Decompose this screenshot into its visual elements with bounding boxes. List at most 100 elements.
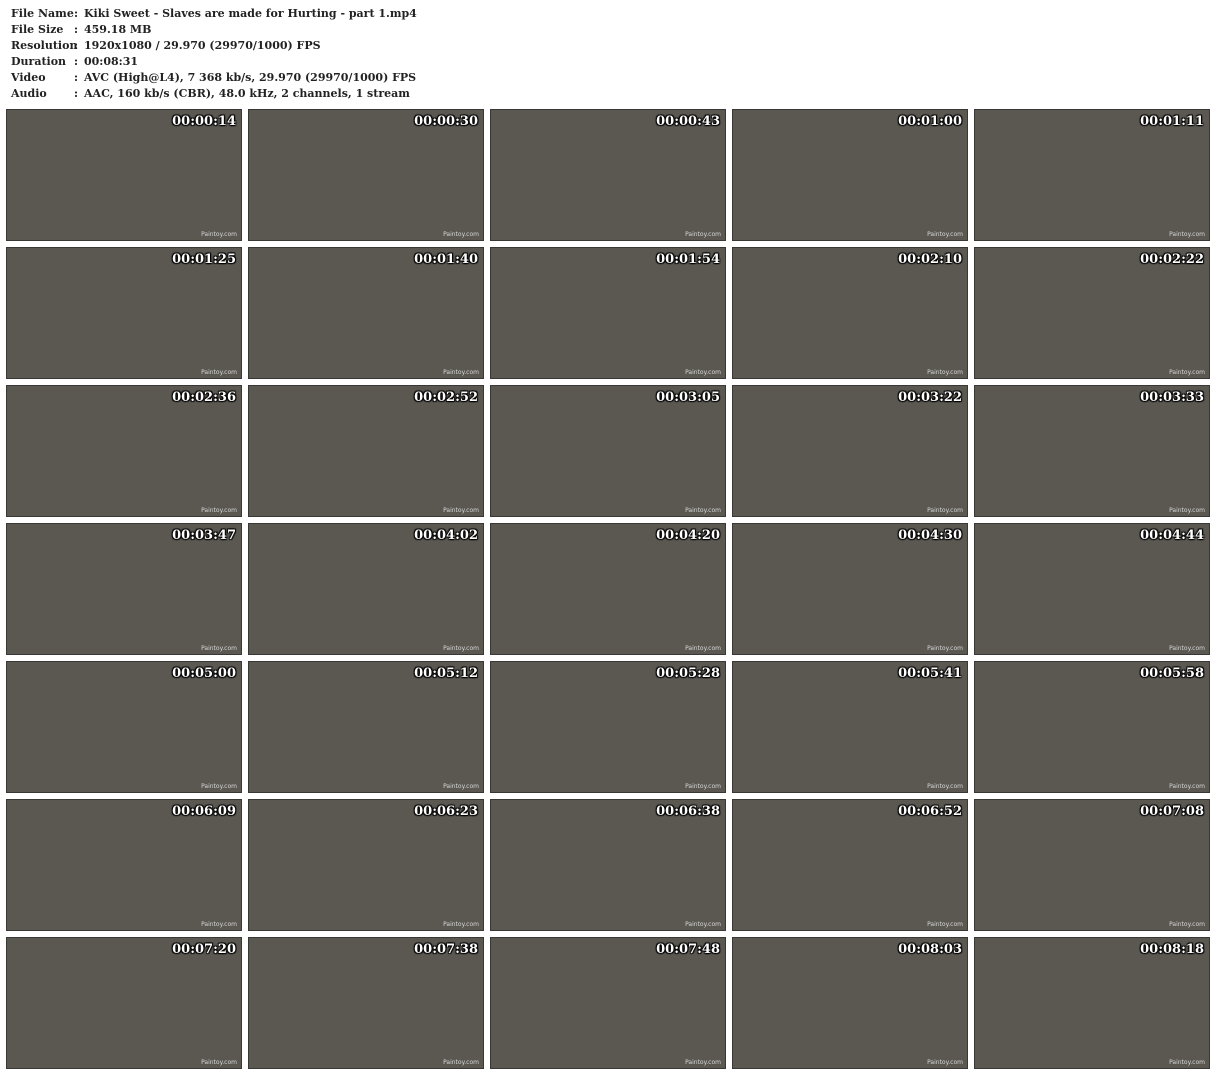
thumbnail-watermark: Paintoy.com bbox=[685, 645, 721, 652]
thumbnail-watermark: Paintoy.com bbox=[443, 783, 479, 790]
thumbnail-watermark: Paintoy.com bbox=[685, 369, 721, 376]
thumbnail-watermark: Paintoy.com bbox=[685, 231, 721, 238]
thumbnail-timestamp: 00:04:44 bbox=[1140, 528, 1204, 543]
thumbnail: 00:01:54 Paintoy.com bbox=[490, 247, 726, 379]
thumbnail-timestamp: 00:03:05 bbox=[656, 390, 720, 405]
info-row: File Name: Kiki Sweet - Slaves are made f… bbox=[11, 6, 417, 22]
thumbnail-timestamp: 00:01:40 bbox=[414, 252, 478, 267]
thumbnail-timestamp: 00:06:23 bbox=[414, 804, 478, 819]
thumbnail-timestamp: 00:01:25 bbox=[172, 252, 236, 267]
thumbnail-timestamp: 00:08:03 bbox=[898, 942, 962, 957]
thumbnail-timestamp: 00:05:41 bbox=[898, 666, 962, 681]
thumbnail-timestamp: 00:07:38 bbox=[414, 942, 478, 957]
thumbnail-timestamp: 00:01:00 bbox=[898, 114, 962, 129]
thumbnail-timestamp: 00:04:30 bbox=[898, 528, 962, 543]
thumbnail-timestamp: 00:07:48 bbox=[656, 942, 720, 957]
thumbnail-watermark: Paintoy.com bbox=[1169, 1059, 1205, 1066]
thumbnail: 00:02:52 Paintoy.com bbox=[248, 385, 484, 517]
thumbnail-timestamp: 00:01:54 bbox=[656, 252, 720, 267]
thumbnail: 00:05:12 Paintoy.com bbox=[248, 661, 484, 793]
thumbnail-watermark: Paintoy.com bbox=[443, 369, 479, 376]
thumbnail-watermark: Paintoy.com bbox=[927, 507, 963, 514]
thumbnail: 00:04:44 Paintoy.com bbox=[974, 523, 1210, 655]
thumbnail-watermark: Paintoy.com bbox=[201, 783, 237, 790]
thumbnail-timestamp: 00:05:12 bbox=[414, 666, 478, 681]
thumbnail-timestamp: 00:00:43 bbox=[656, 114, 720, 129]
thumbnail-watermark: Paintoy.com bbox=[443, 507, 479, 514]
thumbnail: 00:04:02 Paintoy.com bbox=[248, 523, 484, 655]
thumbnail-watermark: Paintoy.com bbox=[685, 783, 721, 790]
info-label: File Name bbox=[11, 7, 74, 20]
thumbnail-watermark: Paintoy.com bbox=[1169, 783, 1205, 790]
thumbnail-timestamp: 00:05:00 bbox=[172, 666, 236, 681]
file-info-panel: File Name: Kiki Sweet - Slaves are made f… bbox=[11, 6, 417, 102]
thumbnail: 00:03:33 Paintoy.com bbox=[974, 385, 1210, 517]
info-label: Video bbox=[11, 71, 46, 84]
info-value: AAC, 160 kb/s (CBR), 48.0 kHz, 2 channel… bbox=[84, 87, 410, 100]
thumbnail: 00:07:20 Paintoy.com bbox=[6, 937, 242, 1069]
info-value: Kiki Sweet - Slaves are made for Hurting… bbox=[84, 7, 417, 20]
thumbnail-timestamp: 00:08:18 bbox=[1140, 942, 1204, 957]
thumbnail: 00:01:25 Paintoy.com bbox=[6, 247, 242, 379]
thumbnail-watermark: Paintoy.com bbox=[201, 369, 237, 376]
thumbnail-watermark: Paintoy.com bbox=[201, 921, 237, 928]
thumbnail-timestamp: 00:02:10 bbox=[898, 252, 962, 267]
thumbnail-watermark: Paintoy.com bbox=[201, 645, 237, 652]
thumbnail-timestamp: 00:02:22 bbox=[1140, 252, 1204, 267]
thumbnail: 00:08:18 Paintoy.com bbox=[974, 937, 1210, 1069]
thumbnail-watermark: Paintoy.com bbox=[443, 1059, 479, 1066]
thumbnail-watermark: Paintoy.com bbox=[201, 507, 237, 514]
thumbnail: 00:05:41 Paintoy.com bbox=[732, 661, 968, 793]
info-value: 459.18 MB bbox=[84, 23, 152, 36]
thumbnail-timestamp: 00:05:58 bbox=[1140, 666, 1204, 681]
thumbnail-watermark: Paintoy.com bbox=[1169, 507, 1205, 514]
info-label: Audio bbox=[11, 87, 47, 100]
info-value: 00:08:31 bbox=[84, 55, 139, 68]
thumbnail: 00:07:38 Paintoy.com bbox=[248, 937, 484, 1069]
thumbnail-watermark: Paintoy.com bbox=[1169, 645, 1205, 652]
thumbnail: 00:06:52 Paintoy.com bbox=[732, 799, 968, 931]
thumbnail-timestamp: 00:06:38 bbox=[656, 804, 720, 819]
thumbnail: 00:00:30 Paintoy.com bbox=[248, 109, 484, 241]
thumbnail: 00:01:40 Paintoy.com bbox=[248, 247, 484, 379]
thumbnail-timestamp: 00:03:47 bbox=[172, 528, 236, 543]
info-row: File Size:459.18 MB bbox=[11, 22, 417, 38]
thumbnail: 00:07:08 Paintoy.com bbox=[974, 799, 1210, 931]
info-separator: : bbox=[74, 71, 79, 84]
thumbnail-timestamp: 00:04:02 bbox=[414, 528, 478, 543]
thumbnail-watermark: Paintoy.com bbox=[1169, 231, 1205, 238]
thumbnail: 00:00:14 Paintoy.com bbox=[6, 109, 242, 241]
thumbnail-watermark: Paintoy.com bbox=[927, 369, 963, 376]
thumbnail: 00:01:00 Paintoy.com bbox=[732, 109, 968, 241]
thumbnail-watermark: Paintoy.com bbox=[685, 921, 721, 928]
thumbnail-watermark: Paintoy.com bbox=[685, 1059, 721, 1066]
thumbnail-watermark: Paintoy.com bbox=[201, 231, 237, 238]
thumbnail-watermark: Paintoy.com bbox=[927, 231, 963, 238]
thumbnail-watermark: Paintoy.com bbox=[927, 645, 963, 652]
info-separator: : bbox=[74, 55, 79, 68]
thumbnail-timestamp: 00:05:28 bbox=[656, 666, 720, 681]
info-label: Duration bbox=[11, 55, 67, 68]
thumbnail-timestamp: 00:00:30 bbox=[414, 114, 478, 129]
info-value: AVC (High@L4), 7 368 kb/s, 29.970 (29970… bbox=[84, 71, 417, 84]
thumbnail: 00:04:20 Paintoy.com bbox=[490, 523, 726, 655]
info-row: Audio: AAC, 160 kb/s (CBR), 48.0 kHz, 2 c… bbox=[11, 86, 417, 102]
info-row: Duration:00:08:31 bbox=[11, 54, 417, 70]
thumbnail-watermark: Paintoy.com bbox=[927, 783, 963, 790]
thumbnail-timestamp: 00:03:22 bbox=[898, 390, 962, 405]
thumbnail-timestamp: 00:04:20 bbox=[656, 528, 720, 543]
thumbnail-watermark: Paintoy.com bbox=[443, 645, 479, 652]
thumbnail-timestamp: 00:02:36 bbox=[172, 390, 236, 405]
info-value: 1920x1080 / 29.970 (29970/1000) FPS bbox=[84, 39, 321, 52]
thumbnail-timestamp: 00:07:20 bbox=[172, 942, 236, 957]
thumbnail: 00:03:22 Paintoy.com bbox=[732, 385, 968, 517]
thumbnail-watermark: Paintoy.com bbox=[443, 231, 479, 238]
thumbnail-timestamp: 00:02:52 bbox=[414, 390, 478, 405]
thumbnail: 00:05:00 Paintoy.com bbox=[6, 661, 242, 793]
info-row: Resolution:1920x1080 / 29.970 (29970/100… bbox=[11, 38, 417, 54]
thumbnail-watermark: Paintoy.com bbox=[443, 921, 479, 928]
info-separator: : bbox=[74, 23, 79, 36]
thumbnail: 00:03:47 Paintoy.com bbox=[6, 523, 242, 655]
thumbnail: 00:02:22 Paintoy.com bbox=[974, 247, 1210, 379]
thumbnail-timestamp: 00:00:14 bbox=[172, 114, 236, 129]
